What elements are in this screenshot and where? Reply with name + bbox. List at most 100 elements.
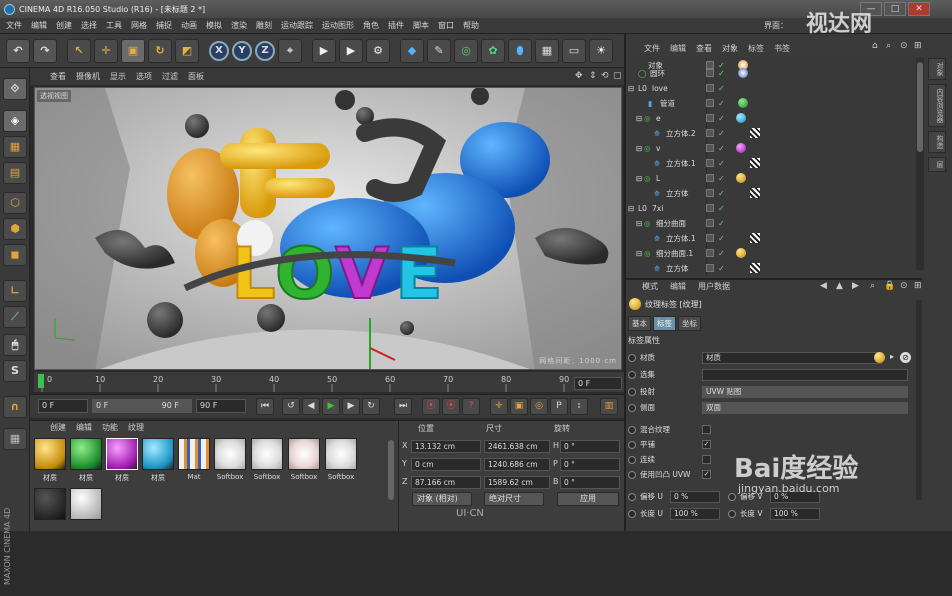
rotate-icon[interactable]: ↻ (148, 38, 172, 63)
object-scrollbar[interactable] (916, 58, 924, 270)
orbit-icon[interactable]: ⟲ (601, 71, 609, 81)
model-mode-icon[interactable]: ◈ (3, 110, 27, 132)
obj-menu-tags[interactable]: 标签 (748, 43, 764, 54)
vp-menu-filter[interactable]: 过滤 (162, 71, 178, 82)
attr-menu-mode[interactable]: 模式 (642, 281, 658, 292)
position-x-field[interactable]: 13.132 cm (411, 440, 481, 453)
size-mode-select[interactable]: 绝对尺寸 (484, 492, 544, 506)
vp-menu-display[interactable]: 显示 (110, 71, 126, 82)
tree-row[interactable]: ⟰ 立方体.1 ✓ (626, 156, 916, 170)
material-swatch[interactable]: 材质 (69, 438, 103, 485)
maximize-button[interactable]: □ (884, 2, 906, 16)
camera-icon[interactable]: ▭ (562, 38, 586, 63)
size-x-field[interactable]: 2461.638 cm (484, 440, 550, 453)
menu-character[interactable]: 角色 (363, 20, 379, 31)
up-arrow-icon[interactable]: ▲ (836, 281, 843, 291)
menu-simulate[interactable]: 模拟 (206, 20, 222, 31)
toggle-view-icon[interactable]: ▢ (613, 71, 622, 81)
close-button[interactable]: ✕ (908, 2, 930, 16)
menu-mograph[interactable]: 运动图形 (322, 20, 354, 31)
obj-menu-objects[interactable]: 对象 (722, 43, 738, 54)
key-scale-icon[interactable]: ▣ (510, 398, 528, 415)
move-icon[interactable]: ✛ (94, 38, 118, 63)
material-scrollbar[interactable] (388, 440, 394, 500)
tree-row[interactable]: ⊟ ◎ v ✓ (626, 141, 916, 155)
side-tab-layers[interactable]: 层 (928, 157, 946, 172)
tree-row[interactable]: ⊟ ◎ 细分曲面.1 ✓ (626, 246, 916, 260)
menu-help[interactable]: 帮助 (463, 20, 479, 31)
edges-mode-icon[interactable]: ⬢ (3, 218, 27, 240)
mat-menu-texture[interactable]: 纹理 (128, 422, 144, 433)
lock-icon[interactable]: 🔒 (884, 281, 895, 291)
z-axis-icon[interactable]: Z (255, 40, 275, 61)
menu-plugins[interactable]: 插件 (388, 20, 404, 31)
go-to-end-icon[interactable]: ⏭ (394, 398, 412, 415)
prev-frame-icon[interactable]: ◀ (302, 398, 320, 415)
key-param-icon[interactable]: P (550, 398, 568, 415)
menu-create[interactable]: 创建 (56, 20, 72, 31)
live-select-icon[interactable]: ↖ (67, 38, 91, 63)
tree-row[interactable]: ⟰ 立方体.1 ✓ (626, 231, 916, 245)
menu-mesh[interactable]: 网格 (131, 20, 147, 31)
size-z-field[interactable]: 1589.62 cm (484, 476, 550, 489)
frame-range-slider[interactable]: 0 F 90 F (92, 399, 192, 413)
tree-row[interactable]: ⊟ ◎ 细分曲面 ✓ (626, 216, 916, 230)
subdivision-icon[interactable]: ◎ (454, 38, 478, 63)
mat-menu-create[interactable]: 创建 (50, 422, 66, 433)
floor-icon[interactable]: ▦ (535, 38, 559, 63)
obj-menu-view[interactable]: 查看 (696, 43, 712, 54)
light-icon[interactable]: ☀ (589, 38, 613, 63)
size-y-field[interactable]: 1240.686 cm (484, 458, 550, 471)
workplane-icon[interactable]: ▤ (3, 162, 27, 184)
side-tab-structure[interactable]: 构造 (928, 131, 946, 153)
side-tab-content-browser[interactable]: 内容浏览器 (928, 84, 946, 127)
menu-script[interactable]: 脚本 (413, 20, 429, 31)
mix-textures-checkbox[interactable] (702, 425, 711, 434)
mat-menu-edit[interactable]: 编辑 (76, 422, 92, 433)
tree-row[interactable]: ⟰ 立方体 ✓ (626, 261, 916, 275)
undo-icon[interactable]: ↶ (6, 38, 30, 63)
length-u-field[interactable]: 100 % (670, 508, 720, 520)
prev-key-icon[interactable]: ↺ (282, 398, 300, 415)
last-tool-icon[interactable]: ◩ (175, 38, 199, 63)
menu-sculpt[interactable]: 雕刻 (256, 20, 272, 31)
selection-field[interactable] (702, 369, 908, 381)
grid-icon[interactable]: ▦ (3, 428, 27, 450)
points-mode-icon[interactable]: ⬡ (3, 192, 27, 214)
position-y-field[interactable]: 0 cm (411, 458, 481, 471)
end-frame-field[interactable]: 90 F (196, 399, 246, 413)
material-swatch[interactable]: 材质 (105, 438, 139, 485)
menu-select[interactable]: 选择 (81, 20, 97, 31)
render-settings-icon[interactable]: ⚙ (366, 38, 390, 63)
timeline-window-icon[interactable]: ▥ (600, 398, 618, 415)
attr-scrollbar[interactable] (916, 300, 922, 500)
menu-render[interactable]: 渲染 (231, 20, 247, 31)
perspective-viewport[interactable]: L O V E 透视视图 网格间距：1000 cm (34, 87, 622, 370)
tree-row[interactable]: ⊟ L0 7xi ✓ (626, 201, 916, 215)
tab-basic[interactable]: 基本 (628, 316, 651, 331)
tree-row[interactable]: ⟰ 立方体 ✓ (626, 186, 916, 200)
obj-menu-file[interactable]: 文件 (644, 43, 660, 54)
vp-menu-panel[interactable]: 面板 (188, 71, 204, 82)
make-editable-icon[interactable]: ⟐ (3, 78, 27, 100)
filter-icon[interactable]: ⊙ (900, 281, 908, 291)
material-swatch[interactable] (69, 488, 103, 535)
home-icon[interactable]: ⌂ (872, 41, 878, 51)
tweak-mode-icon[interactable]: ⟋ (3, 306, 27, 328)
vp-menu-options[interactable]: 选项 (136, 71, 152, 82)
record-icon[interactable]: ⦿ (422, 398, 440, 415)
material-swatch[interactable]: Softbox (287, 438, 321, 485)
filter-icon[interactable]: ⊙ (900, 41, 908, 51)
tree-row[interactable]: ⊟ ◎ L ✓ (626, 171, 916, 185)
vp-menu-cameras[interactable]: 摄像机 (76, 71, 100, 82)
cube-icon[interactable]: ◆ (400, 38, 424, 63)
tree-row[interactable]: ◯ 圆环 ✓ (626, 66, 916, 80)
menu-animate[interactable]: 动画 (181, 20, 197, 31)
play-icon[interactable]: ▶ (322, 398, 340, 415)
side-select[interactable]: 双面 (702, 402, 908, 414)
attr-menu-edit[interactable]: 编辑 (670, 281, 686, 292)
material-swatch[interactable]: Softbox (250, 438, 284, 485)
material-swatch[interactable]: 材质 (33, 438, 67, 485)
back-arrow-icon[interactable]: ◀ (820, 281, 827, 291)
projection-select[interactable]: UVW 贴图 (702, 386, 908, 398)
